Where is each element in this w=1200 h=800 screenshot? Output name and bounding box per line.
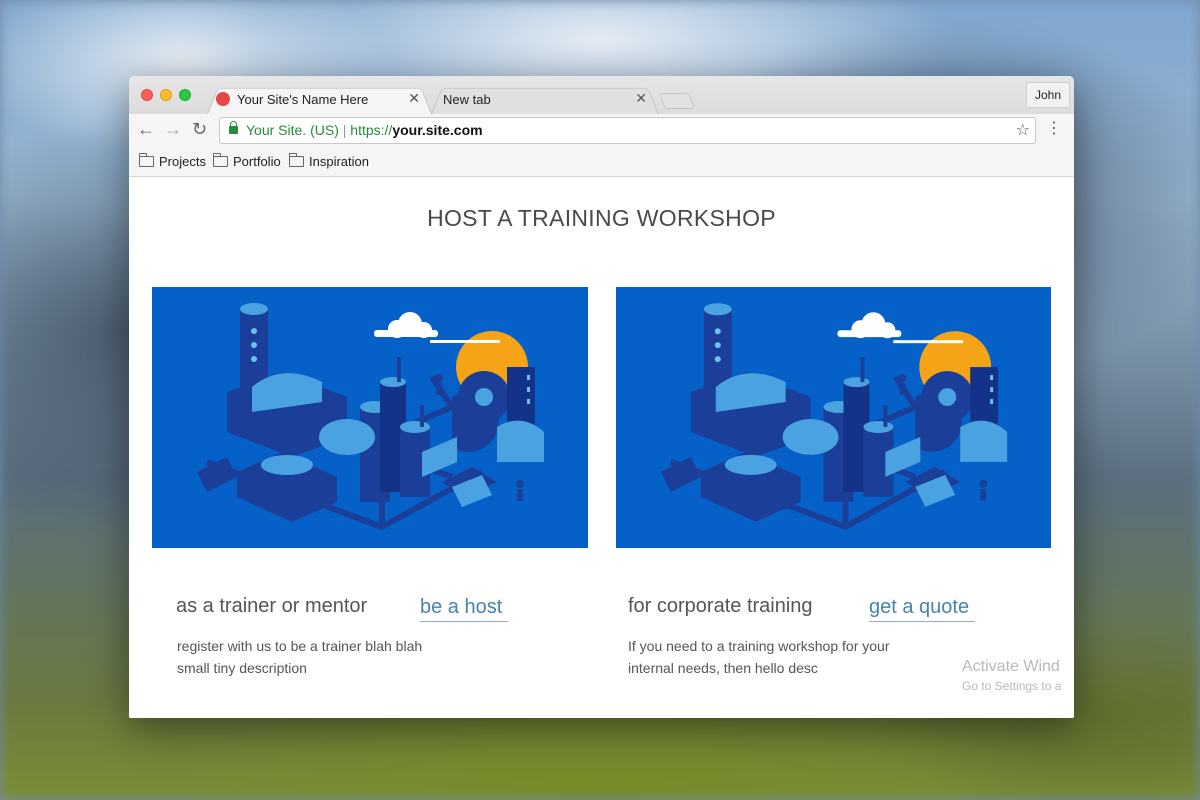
profile-button[interactable]: John: [1026, 82, 1070, 108]
card-heading-trainer: as a trainer or mentor: [176, 595, 368, 617]
description-line: small tiny description: [177, 660, 307, 676]
url-separator: |: [342, 122, 347, 138]
industrial-illustration-svg: [152, 287, 588, 548]
reload-icon[interactable]: ↻: [192, 119, 207, 139]
bookmark-label: Inspiration: [309, 154, 369, 169]
browser-window: Your Site's Name Here ✕ New tab ✕ John ←…: [129, 76, 1074, 718]
be-a-host-link[interactable]: be a host: [420, 596, 509, 622]
secure-site-label: Your Site. (US): [246, 122, 339, 138]
favicon-icon: [216, 92, 230, 106]
industrial-illustration-svg: [616, 287, 1051, 548]
tab-title: New tab: [443, 91, 491, 107]
get-a-quote-link[interactable]: get a quote: [869, 596, 976, 622]
watermark-title: Activate Wind: [962, 658, 1060, 675]
bookmark-portfolio[interactable]: Portfolio: [213, 153, 281, 169]
back-arrow-icon[interactable]: ←: [137, 119, 155, 139]
bookmark-label: Projects: [159, 154, 206, 169]
tab-title: Your Site's Name Here: [237, 91, 369, 107]
page-title: HOST A TRAINING WORKSHOP: [427, 205, 776, 231]
tab-new-tab[interactable]: New tab ✕: [431, 84, 659, 114]
bookmark-label: Portfolio: [233, 154, 281, 169]
close-icon[interactable]: ✕: [635, 90, 647, 107]
bookmarks-bar: Projects Portfolio Inspiration: [129, 146, 1074, 177]
minimize-window-button[interactable]: [160, 89, 172, 101]
new-tab-button[interactable]: [659, 93, 695, 109]
activate-windows-watermark: Activate Wind Go to Settings to a: [962, 658, 1061, 693]
page-content: HOST A TRAINING WORKSHOP as a trainer or…: [129, 177, 1074, 718]
folder-icon: [289, 153, 304, 167]
card-description-corporate: If you need to a training workshop for y…: [628, 635, 918, 679]
forward-arrow-icon[interactable]: →: [164, 119, 182, 139]
watermark-subtitle: Go to Settings to a: [962, 679, 1062, 693]
star-icon[interactable]: ☆: [1016, 118, 1030, 143]
url-scheme: https://: [350, 122, 393, 138]
industrial-illustration: [152, 287, 588, 548]
lock-icon: [229, 121, 238, 134]
tab-your-site[interactable]: Your Site's Name Here ✕: [207, 84, 432, 114]
industrial-illustration: [616, 287, 1051, 548]
description-line: If you need to a training workshop for y…: [628, 638, 890, 654]
browser-toolbar: ← → ↻ Your Site. (US) | https://your.sit…: [129, 114, 1074, 146]
folder-icon: [213, 153, 228, 167]
menu-icon[interactable]: ⋮: [1046, 119, 1062, 139]
url-host: your.site.com: [392, 122, 483, 138]
bookmark-inspiration[interactable]: Inspiration: [289, 153, 369, 169]
description-line: register with us to be a trainer blah bl…: [177, 638, 423, 654]
close-icon[interactable]: ✕: [408, 90, 420, 107]
tab-strip: Your Site's Name Here ✕ New tab ✕ John: [129, 76, 1074, 114]
zoom-window-button[interactable]: [179, 89, 191, 101]
card-description-trainer: register with us to be a trainer blah bl…: [177, 635, 467, 679]
description-line: internal needs, then hello desc: [628, 660, 818, 676]
close-window-button[interactable]: [141, 89, 153, 101]
bookmark-projects[interactable]: Projects: [139, 153, 206, 169]
card-heading-corporate: for corporate training: [628, 595, 813, 617]
folder-icon: [139, 153, 154, 167]
address-bar[interactable]: Your Site. (US) | https://your.site.com …: [219, 117, 1036, 144]
